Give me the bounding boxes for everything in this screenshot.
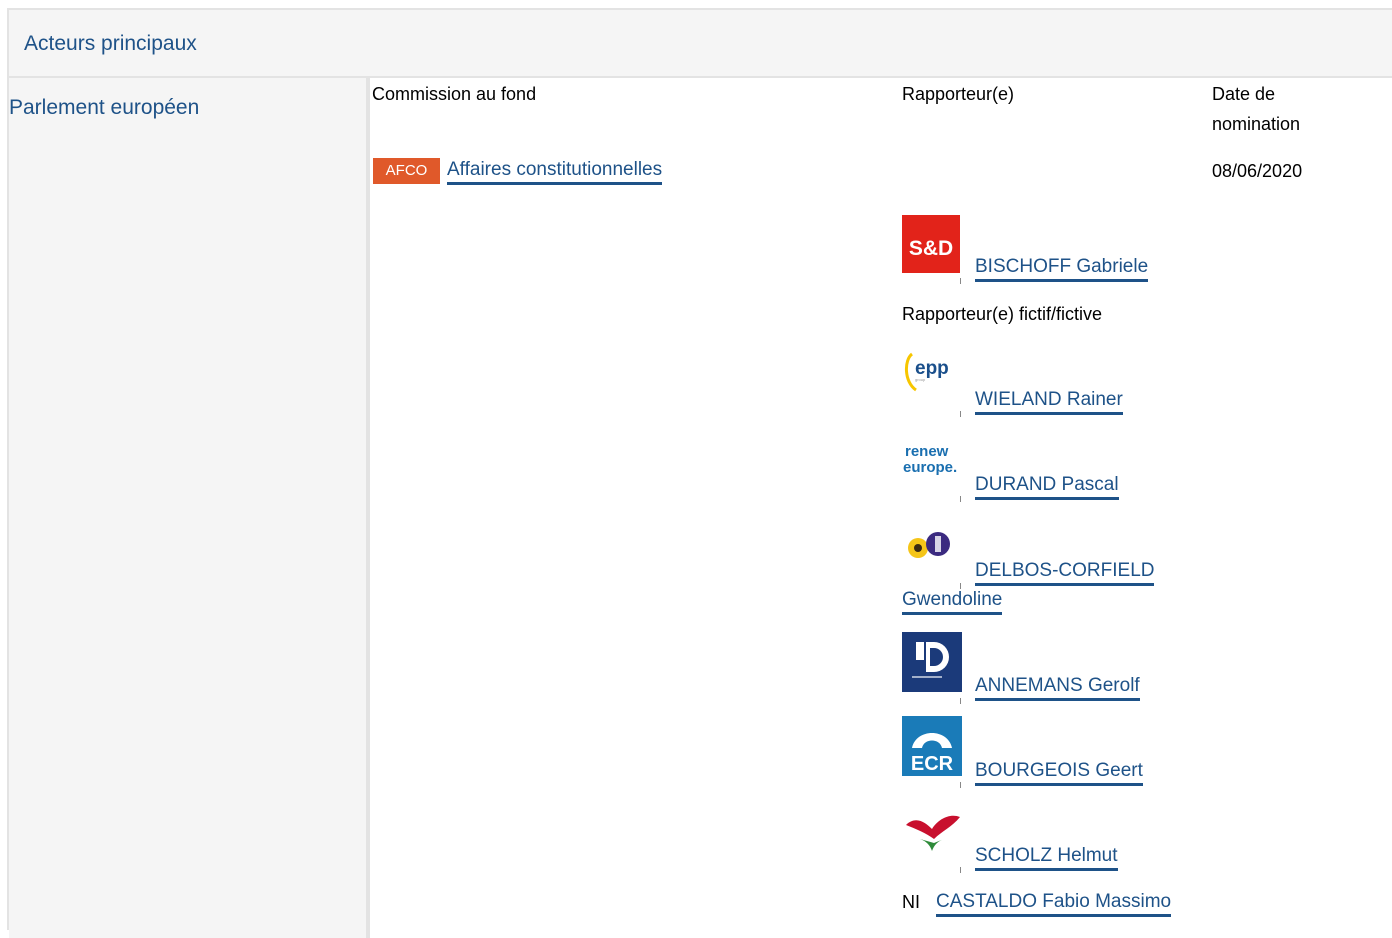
shadow-link-3-line2[interactable]: Gwendoline <box>902 588 1003 615</box>
id-group-logo-icon <box>902 632 962 692</box>
ecr-group-logo-icon: ECR <box>902 716 962 776</box>
sd-group-logo-icon: S&D <box>902 215 960 273</box>
committee-column-header: Commission au fond <box>372 84 537 104</box>
panel-header: Acteurs principaux <box>9 10 1392 78</box>
nomination-date: 08/06/2020 <box>1212 161 1303 181</box>
institution-name: Parlement européen <box>9 96 200 119</box>
shadow-link-1[interactable]: WIELAND Rainer <box>975 388 1123 415</box>
shadow-link-5[interactable]: BOURGEOIS Geert <box>975 759 1143 786</box>
greens-efa-group-logo-icon <box>902 518 960 576</box>
gue-ngl-group-logo-icon <box>902 805 962 855</box>
svg-text:group: group <box>915 377 926 382</box>
svg-text:europe.: europe. <box>903 459 957 476</box>
svg-text:epp: epp <box>915 358 949 379</box>
epp-group-logo-icon: epp group <box>902 348 960 406</box>
shadow-link-4[interactable]: ANNEMANS Gerolf <box>975 674 1140 701</box>
rapporteur-column-header: Rapporteur(e) <box>902 84 1015 104</box>
svg-text:renew: renew <box>905 443 949 460</box>
shadow-link-3-line1[interactable]: DELBOS-CORFIELD <box>975 559 1155 586</box>
shadow-link-6[interactable]: SCHOLZ Helmut <box>975 844 1118 871</box>
institution-column: Parlement européen <box>9 78 370 938</box>
svg-text:S&D: S&D <box>909 237 953 260</box>
ni-label: NI <box>902 892 920 912</box>
date-column-header-line1: Date de <box>1212 84 1276 104</box>
ni-member-link[interactable]: CASTALDO Fabio Massimo <box>936 890 1172 917</box>
svg-text:ECR: ECR <box>911 753 954 775</box>
renew-group-logo-icon: renew europe. <box>902 432 960 490</box>
panel-title: Acteurs principaux <box>24 32 197 55</box>
shadow-link-2[interactable]: DURAND Pascal <box>975 473 1119 500</box>
committee-code-badge: AFCO <box>373 158 440 184</box>
date-column-header-line2: nomination <box>1212 114 1301 134</box>
shadow-rapporteur-label: Rapporteur(e) fictif/fictive <box>902 304 1103 324</box>
main-actors-panel: Acteurs principaux Parlement européen <box>7 8 1392 938</box>
committee-link[interactable]: Affaires constitutionnelles <box>447 158 663 185</box>
rapporteur-link[interactable]: BISCHOFF Gabriele <box>975 255 1149 282</box>
